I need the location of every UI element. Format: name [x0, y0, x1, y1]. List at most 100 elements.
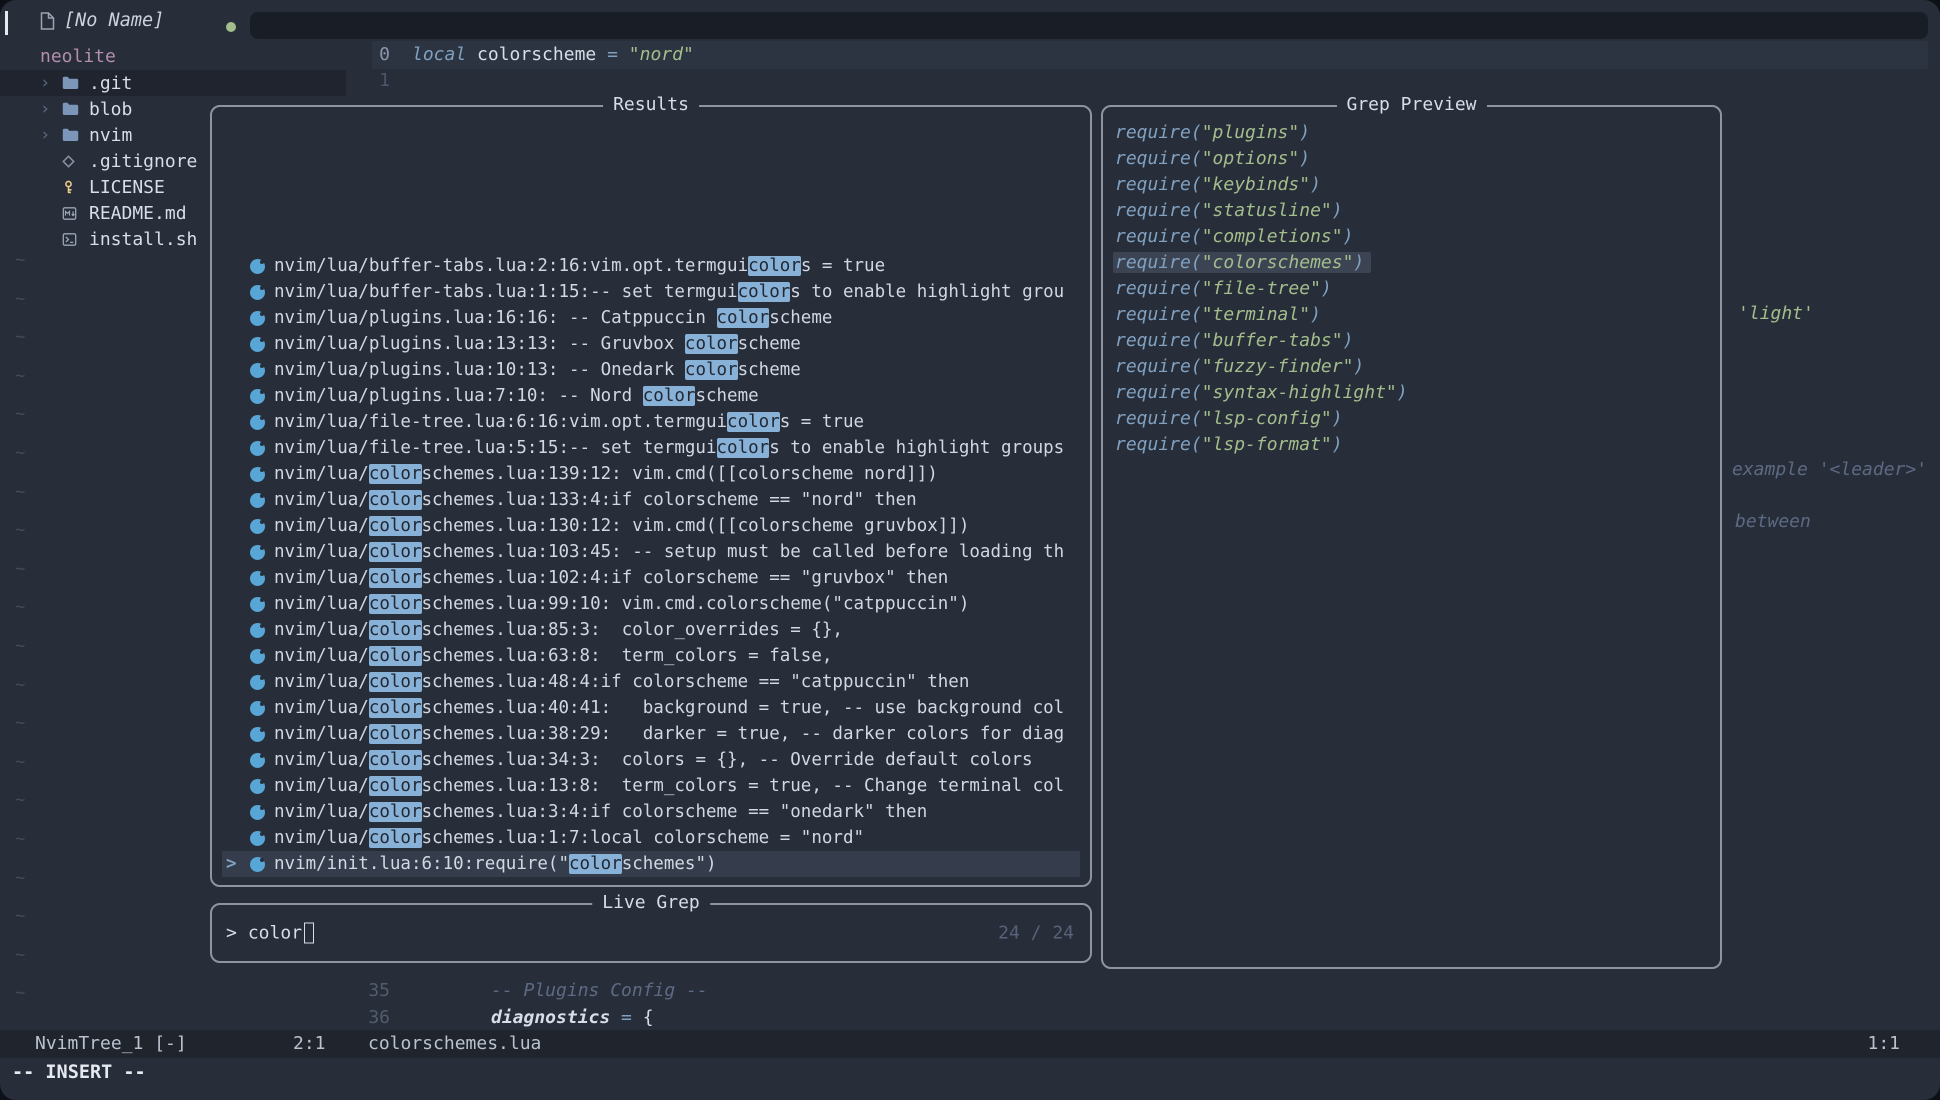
statusline: NvimTree_1 [-] 2:1 colorschemes.lua 1:1	[0, 1030, 1940, 1058]
chevron-right-icon[interactable]: ›	[40, 73, 62, 93]
require-close: )	[1353, 252, 1364, 273]
result-item[interactable]: nvim/lua/colorschemes.lua:34:3: colors =…	[222, 747, 1080, 773]
result-item[interactable]: nvim/lua/colorschemes.lua:99:10: vim.cmd…	[222, 591, 1080, 617]
result-item[interactable]: nvim/lua/plugins.lua:16:16: -- Catppucci…	[222, 305, 1080, 331]
result-item[interactable]: >nvim/init.lua:6:10:require("colorscheme…	[222, 851, 1080, 877]
match-highlight: color	[369, 828, 422, 848]
result-item[interactable]: nvim/lua/buffer-tabs.lua:2:16:vim.opt.te…	[222, 253, 1080, 279]
require-close: )	[1310, 304, 1321, 325]
preview-line-text: require("terminal")	[1113, 304, 1328, 325]
lua-file-icon	[250, 571, 265, 586]
result-item[interactable]: nvim/lua/file-tree.lua:6:16:vim.opt.term…	[222, 409, 1080, 435]
preview-line: require("plugins")	[1113, 119, 1710, 145]
file-label: blob	[89, 99, 132, 120]
require-call: require(	[1115, 304, 1202, 325]
match-highlight: color	[369, 516, 422, 536]
chevron-spacer	[40, 177, 62, 197]
module-string: "fuzzy-finder"	[1202, 356, 1354, 377]
code-token: local	[412, 44, 477, 65]
result-text: nvim/lua/plugins.lua:16:16: -- Catppucci…	[274, 308, 832, 328]
result-item[interactable]: nvim/lua/colorschemes.lua:103:45: -- set…	[222, 539, 1080, 565]
result-item[interactable]: nvim/lua/buffer-tabs.lua:1:15:-- set ter…	[222, 279, 1080, 305]
preview-line: require("colorschemes")	[1113, 249, 1710, 275]
result-item[interactable]: nvim/lua/colorschemes.lua:48:4:if colors…	[222, 669, 1080, 695]
selected-marker	[222, 438, 250, 458]
preview-line: require("terminal")	[1113, 301, 1710, 327]
live-grep-window[interactable]: Live Grep >color 24 / 24	[210, 903, 1092, 963]
require-call: require(	[1115, 382, 1202, 403]
result-item[interactable]: nvim/lua/colorschemes.lua:102:4:if color…	[222, 565, 1080, 591]
result-item[interactable]: nvim/lua/plugins.lua:7:10: -- Nord color…	[222, 383, 1080, 409]
result-text-post: schemes.lua:102:4:if colorscheme == "gru…	[422, 568, 949, 588]
require-call: require(	[1115, 278, 1202, 299]
result-item[interactable]: nvim/lua/colorschemes.lua:133:4:if color…	[222, 487, 1080, 513]
tree-item-.git[interactable]: ›.git	[0, 70, 346, 96]
result-text-pre: nvim/lua/	[274, 516, 369, 536]
module-string: "lsp-format"	[1202, 434, 1332, 455]
buffer-tab[interactable]: [No Name]	[0, 0, 250, 44]
live-grep-input[interactable]: >color	[226, 923, 314, 944]
result-item[interactable]: nvim/lua/colorschemes.lua:40:41: backgro…	[222, 695, 1080, 721]
result-item[interactable]: nvim/lua/colorschemes.lua:130:12: vim.cm…	[222, 513, 1080, 539]
chevron-right-icon[interactable]: ›	[40, 99, 62, 119]
result-text-post: s = true	[780, 412, 864, 432]
result-item[interactable]: nvim/lua/plugins.lua:13:13: -- Gruvbox c…	[222, 331, 1080, 357]
result-text-post: scheme	[695, 386, 758, 406]
result-item[interactable]: nvim/lua/colorschemes.lua:1:7:local colo…	[222, 825, 1080, 851]
result-text-pre: nvim/lua/plugins.lua:10:13: -- Onedark	[274, 360, 685, 380]
match-highlight: color	[369, 698, 422, 718]
selected-marker	[222, 750, 250, 770]
lua-file-icon	[250, 727, 265, 742]
result-text: nvim/lua/colorschemes.lua:38:29: darker …	[274, 724, 1064, 744]
preview-line-text: require("plugins")	[1113, 122, 1317, 143]
lua-file-icon	[250, 779, 265, 794]
result-text-pre: nvim/lua/plugins.lua:13:13: -- Gruvbox	[274, 334, 685, 354]
match-highlight: color	[369, 776, 422, 796]
result-text-post: s = true	[801, 256, 885, 276]
lua-file-icon	[250, 649, 265, 664]
tree-root-label[interactable]: neolite	[40, 46, 116, 67]
result-text: nvim/lua/plugins.lua:13:13: -- Gruvbox c…	[274, 334, 801, 354]
result-item[interactable]: nvim/lua/file-tree.lua:5:15:-- set termg…	[222, 435, 1080, 461]
preview-line-text: require("keybinds")	[1113, 174, 1328, 195]
neovim-window: [No Name] 0 local colorscheme = "nord" 1…	[0, 0, 1940, 1100]
result-text-pre: nvim/lua/	[274, 698, 369, 718]
result-text: nvim/lua/colorschemes.lua:1:7:local colo…	[274, 828, 864, 848]
selected-marker	[222, 256, 250, 276]
match-highlight: color	[369, 724, 422, 744]
result-item[interactable]: nvim/lua/colorschemes.lua:13:8: term_col…	[222, 773, 1080, 799]
preview-line: require("options")	[1113, 145, 1710, 171]
tilde-marker: ~	[15, 248, 25, 272]
result-item[interactable]: nvim/lua/colorschemes.lua:38:29: darker …	[222, 721, 1080, 747]
statusline-tree-position: 2:1	[293, 1034, 326, 1054]
result-text-pre: nvim/lua/	[274, 620, 369, 640]
tilde-marker: ~	[15, 441, 25, 465]
result-text-pre: nvim/lua/	[274, 646, 369, 666]
result-item[interactable]: nvim/lua/plugins.lua:10:13: -- Onedark c…	[222, 357, 1080, 383]
chevron-right-icon[interactable]: ›	[40, 125, 62, 145]
result-text-pre: nvim/lua/	[274, 490, 369, 510]
result-item[interactable]: nvim/lua/colorschemes.lua:63:8: term_col…	[222, 643, 1080, 669]
results-list: nvim/lua/buffer-tabs.lua:2:16:vim.opt.te…	[222, 253, 1080, 877]
result-text: nvim/lua/colorschemes.lua:99:10: vim.cmd…	[274, 594, 969, 614]
result-item[interactable]: nvim/lua/colorschemes.lua:139:12: vim.cm…	[222, 461, 1080, 487]
result-text-post: schemes")	[622, 854, 717, 874]
require-call: require(	[1115, 122, 1202, 143]
selected-marker	[222, 620, 250, 640]
lua-file-icon	[250, 441, 265, 456]
lua-file-icon	[250, 857, 265, 872]
result-text-post: schemes.lua:139:12: vim.cmd([[colorschem…	[422, 464, 938, 484]
result-text: nvim/lua/colorschemes.lua:133:4:if color…	[274, 490, 917, 510]
lua-file-icon	[250, 311, 265, 326]
selected-marker	[222, 724, 250, 744]
match-highlight: color	[685, 334, 738, 354]
tilde-marker: ~	[15, 325, 25, 349]
result-text-pre: nvim/lua/	[274, 464, 369, 484]
result-text: nvim/lua/file-tree.lua:6:16:vim.opt.term…	[274, 412, 864, 432]
result-item[interactable]: nvim/lua/colorschemes.lua:85:3: color_ov…	[222, 617, 1080, 643]
result-item[interactable]: nvim/lua/colorschemes.lua:3:4:if colorsc…	[222, 799, 1080, 825]
result-text: nvim/lua/colorschemes.lua:103:45: -- set…	[274, 542, 1064, 562]
result-text: nvim/lua/colorschemes.lua:130:12: vim.cm…	[274, 516, 969, 536]
selected-marker	[222, 672, 250, 692]
lua-file-icon	[250, 493, 265, 508]
